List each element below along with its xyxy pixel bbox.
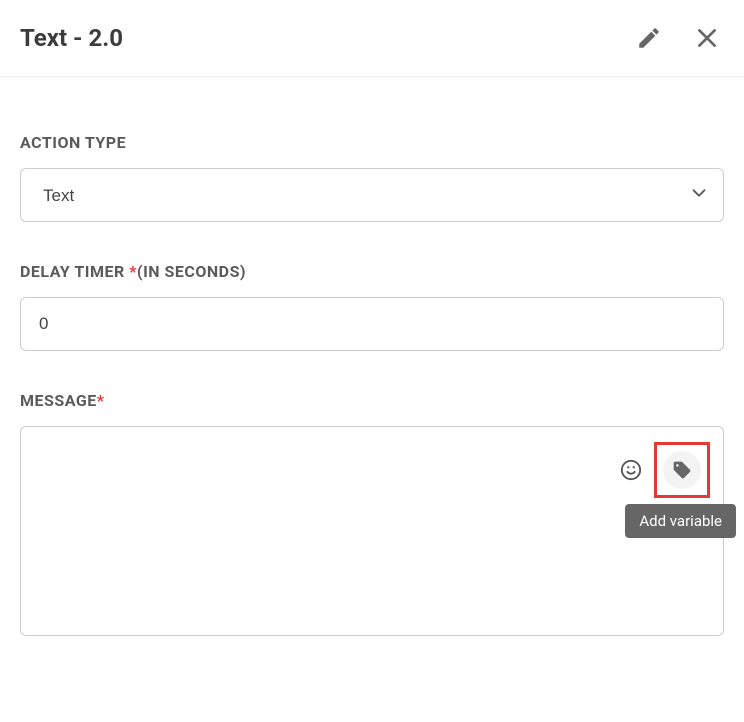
add-variable-highlight (654, 442, 710, 498)
action-type-label: ACTION TYPE (20, 133, 724, 152)
delay-timer-field: DELAY TIMER *(IN SECONDS) (20, 262, 724, 351)
tag-icon (672, 460, 692, 480)
smile-icon (620, 459, 642, 481)
required-asterisk: * (129, 262, 137, 281)
action-type-field: ACTION TYPE Text (20, 133, 724, 222)
add-variable-tooltip: Add variable (625, 504, 736, 538)
edit-button[interactable] (636, 25, 662, 51)
required-asterisk: * (97, 391, 105, 410)
panel-header: Text - 2.0 (0, 0, 744, 77)
panel-content: ACTION TYPE Text DELAY TIMER *(IN SECOND… (0, 77, 744, 700)
message-wrap: Add variable (20, 426, 724, 640)
close-icon (694, 25, 720, 51)
delay-timer-label: DELAY TIMER *(IN SECONDS) (20, 262, 724, 281)
panel-title: Text - 2.0 (20, 24, 123, 52)
header-actions (636, 25, 720, 51)
emoji-button[interactable] (618, 457, 644, 483)
action-type-select[interactable]: Text (20, 168, 724, 222)
message-label: MESSAGE* (20, 391, 724, 410)
pencil-icon (636, 25, 662, 51)
close-button[interactable] (694, 25, 720, 51)
action-type-select-wrap: Text (20, 168, 724, 222)
add-variable-button[interactable] (663, 451, 701, 489)
delay-timer-input[interactable] (20, 297, 724, 351)
message-field: MESSAGE* (20, 391, 724, 640)
message-toolbar (618, 442, 710, 498)
